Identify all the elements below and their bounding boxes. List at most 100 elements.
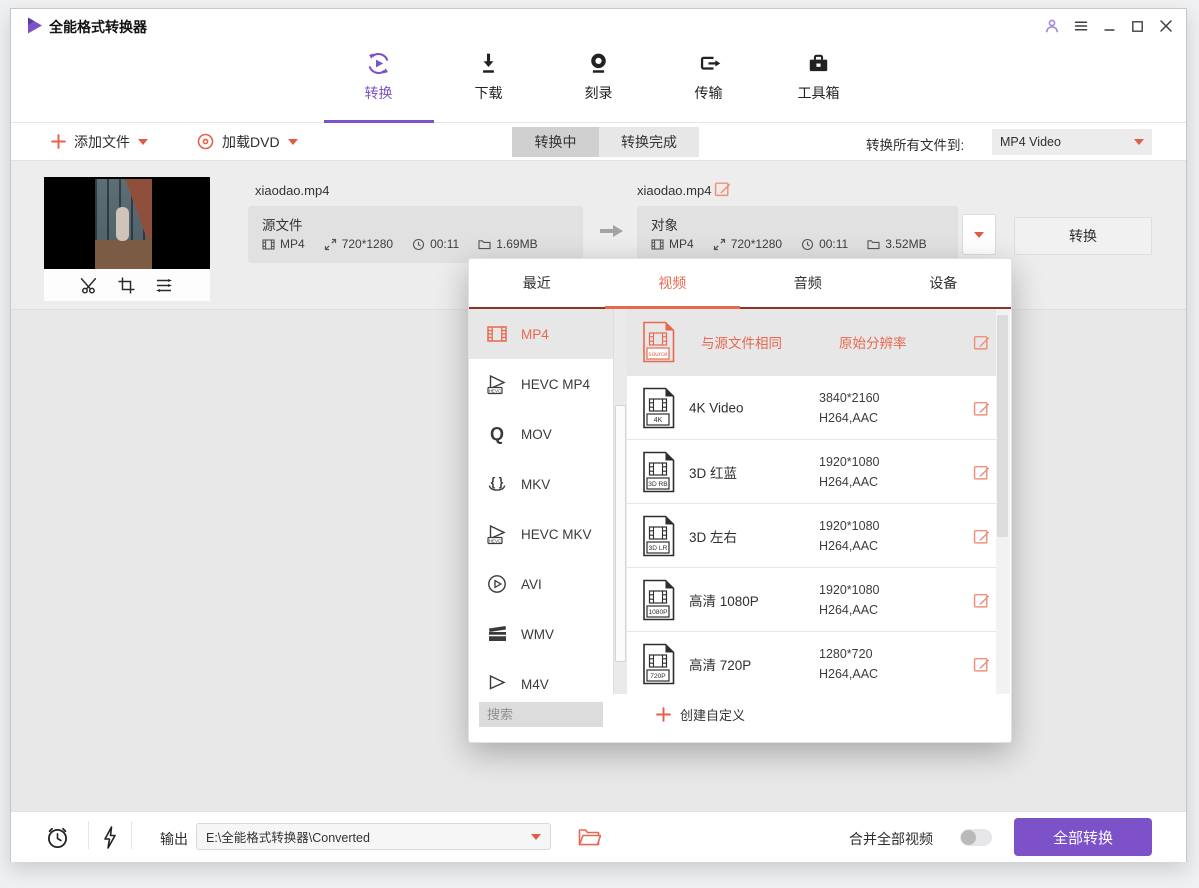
preset-row-3d-rb[interactable]: 3D RB 3D 红蓝 1920*1080 H264,AAC: [627, 440, 996, 504]
nav-burn[interactable]: 刻录: [544, 41, 654, 122]
svg-text:1080P: 1080P: [648, 609, 668, 616]
load-dvd-button[interactable]: 加载DVD: [197, 123, 298, 160]
tab-finished[interactable]: 转换完成: [599, 127, 699, 157]
edit-preset-icon[interactable]: [973, 463, 990, 480]
output-path-caret-icon: [531, 834, 541, 845]
add-files-label: 添加文件: [74, 132, 130, 152]
toolbox-icon: [805, 50, 832, 77]
preset-scrollbar-thumb[interactable]: [997, 315, 1008, 537]
preset-dropdown-button[interactable]: [962, 214, 996, 255]
transfer-icon: [695, 50, 722, 77]
main-nav: 转换 下载 刻录: [11, 41, 1186, 123]
nav-convert[interactable]: 转换: [324, 41, 434, 122]
format-scrollbar-thumb[interactable]: [615, 405, 626, 662]
edit-preset-icon[interactable]: [973, 399, 990, 416]
source-size: 1.69MB: [478, 237, 537, 251]
crop-icon[interactable]: [117, 276, 136, 295]
svg-text:3D LR: 3D LR: [649, 545, 668, 552]
resize-icon: [324, 238, 337, 251]
preset-file-icon: 720P: [641, 643, 675, 685]
close-icon[interactable]: [1158, 18, 1174, 34]
format-list-scrollbar[interactable]: [613, 309, 627, 694]
preset-source-resolution: 原始分辨率: [839, 332, 907, 352]
nav-toolbox[interactable]: 工具箱: [764, 41, 874, 122]
preset-specs: 1920*1080 H264,AAC: [819, 452, 879, 492]
tab-audio[interactable]: 音频: [740, 259, 876, 307]
adjust-sliders-icon[interactable]: [154, 276, 174, 295]
tab-video[interactable]: 视频: [605, 259, 741, 307]
edit-preset-icon[interactable]: [973, 655, 990, 672]
format-mov[interactable]: Q MOV: [469, 409, 613, 459]
preset-row-4k[interactable]: 4K 4K Video 3840*2160 H264,AAC: [627, 376, 996, 440]
preset-list-scrollbar[interactable]: [996, 309, 1010, 694]
svg-text:4K: 4K: [654, 417, 663, 424]
rename-edit-icon[interactable]: [714, 180, 731, 197]
nav-burn-label: 刻录: [585, 83, 613, 103]
preset-name: 4K Video: [689, 400, 744, 415]
maximize-icon[interactable]: [1130, 19, 1145, 34]
schedule-clock-icon[interactable]: [45, 825, 70, 850]
target-format-caret-icon: [1134, 139, 1144, 150]
mp4-film-icon: [486, 323, 508, 345]
create-custom-label: 创建自定义: [680, 705, 745, 724]
target-format: MP4: [651, 237, 694, 251]
preset-name: 3D 左右: [689, 526, 737, 546]
edit-preset-icon[interactable]: [973, 527, 990, 544]
merge-videos-toggle[interactable]: [960, 829, 992, 846]
preset-specs: 3840*2160 H264,AAC: [819, 388, 879, 428]
nav-transfer[interactable]: 传输: [654, 41, 764, 122]
search-input[interactable]: [479, 702, 603, 727]
svg-text:source: source: [648, 351, 668, 358]
target-filename: xiaodao.mp4: [637, 183, 711, 198]
trim-scissors-icon[interactable]: [80, 276, 99, 295]
format-wmv[interactable]: WMV: [469, 609, 613, 659]
format-m4v[interactable]: M4V: [469, 659, 613, 694]
preset-list: source 与源文件相同 原始分辨率: [627, 309, 996, 694]
video-preview-image: [95, 179, 152, 269]
preset-row-source[interactable]: source 与源文件相同 原始分辨率: [627, 309, 996, 376]
open-folder-icon[interactable]: [578, 827, 601, 847]
format-hevc-mp4[interactable]: HEVC HEVC MP4: [469, 359, 613, 409]
app-logo-icon: [25, 16, 44, 35]
format-mkv[interactable]: { } MKV: [469, 459, 613, 509]
svg-text:HEVC: HEVC: [489, 538, 502, 543]
tab-converting[interactable]: 转换中: [512, 127, 599, 157]
preset-file-icon: 1080P: [641, 579, 675, 621]
create-custom-button[interactable]: 创建自定义: [656, 692, 745, 736]
output-path-select[interactable]: E:\全能格式转换器\Converted: [196, 823, 551, 850]
preset-caret-icon: [974, 232, 984, 243]
convert-all-button[interactable]: 全部转换: [1014, 818, 1152, 856]
user-icon[interactable]: [1044, 18, 1060, 34]
convert-row-button[interactable]: 转换: [1014, 217, 1152, 255]
preset-source-name: 与源文件相同: [701, 332, 782, 352]
format-mp4[interactable]: MP4: [469, 309, 613, 359]
minimize-icon[interactable]: [1102, 19, 1117, 34]
format-avi[interactable]: AVI: [469, 559, 613, 609]
target-resolution: 720*1280: [713, 237, 782, 251]
format-hevc-mkv[interactable]: HEVC HEVC MKV: [469, 509, 613, 559]
folder-icon: [867, 238, 880, 251]
preset-row-1080p[interactable]: 1080P 高清 1080P 1920*1080 H264,AAC: [627, 568, 996, 632]
menu-icon[interactable]: [1073, 18, 1089, 34]
desktop-background: 全能格式转换器: [0, 0, 1199, 888]
add-files-button[interactable]: 添加文件: [51, 123, 148, 160]
target-size: 3.52MB: [867, 237, 926, 251]
edit-preset-icon[interactable]: [973, 591, 990, 608]
preset-file-icon: 3D LR: [641, 515, 675, 557]
target-format-select[interactable]: MP4 Video: [992, 129, 1152, 155]
nav-download[interactable]: 下载: [434, 41, 544, 122]
toggle-knob: [961, 830, 976, 845]
film-icon: [651, 238, 664, 251]
tab-recent[interactable]: 最近: [469, 259, 605, 307]
source-filename: xiaodao.mp4: [255, 183, 329, 198]
edit-preset-icon[interactable]: [973, 334, 990, 351]
preset-row-3d-lr[interactable]: 3D LR 3D 左右 1920*1080 H264,AAC: [627, 504, 996, 568]
preset-row-720p[interactable]: 720P 高清 720P 1280*720 H264,AAC: [627, 632, 996, 694]
nav-download-label: 下载: [475, 83, 503, 103]
nav-toolbox-label: 工具箱: [798, 83, 840, 103]
load-dvd-label: 加载DVD: [222, 132, 280, 152]
preset-popup-footer: 创建自定义: [469, 692, 1011, 742]
burn-disc-icon: [585, 50, 612, 77]
tab-device[interactable]: 设备: [876, 259, 1012, 307]
performance-bolt-icon[interactable]: [101, 825, 119, 850]
